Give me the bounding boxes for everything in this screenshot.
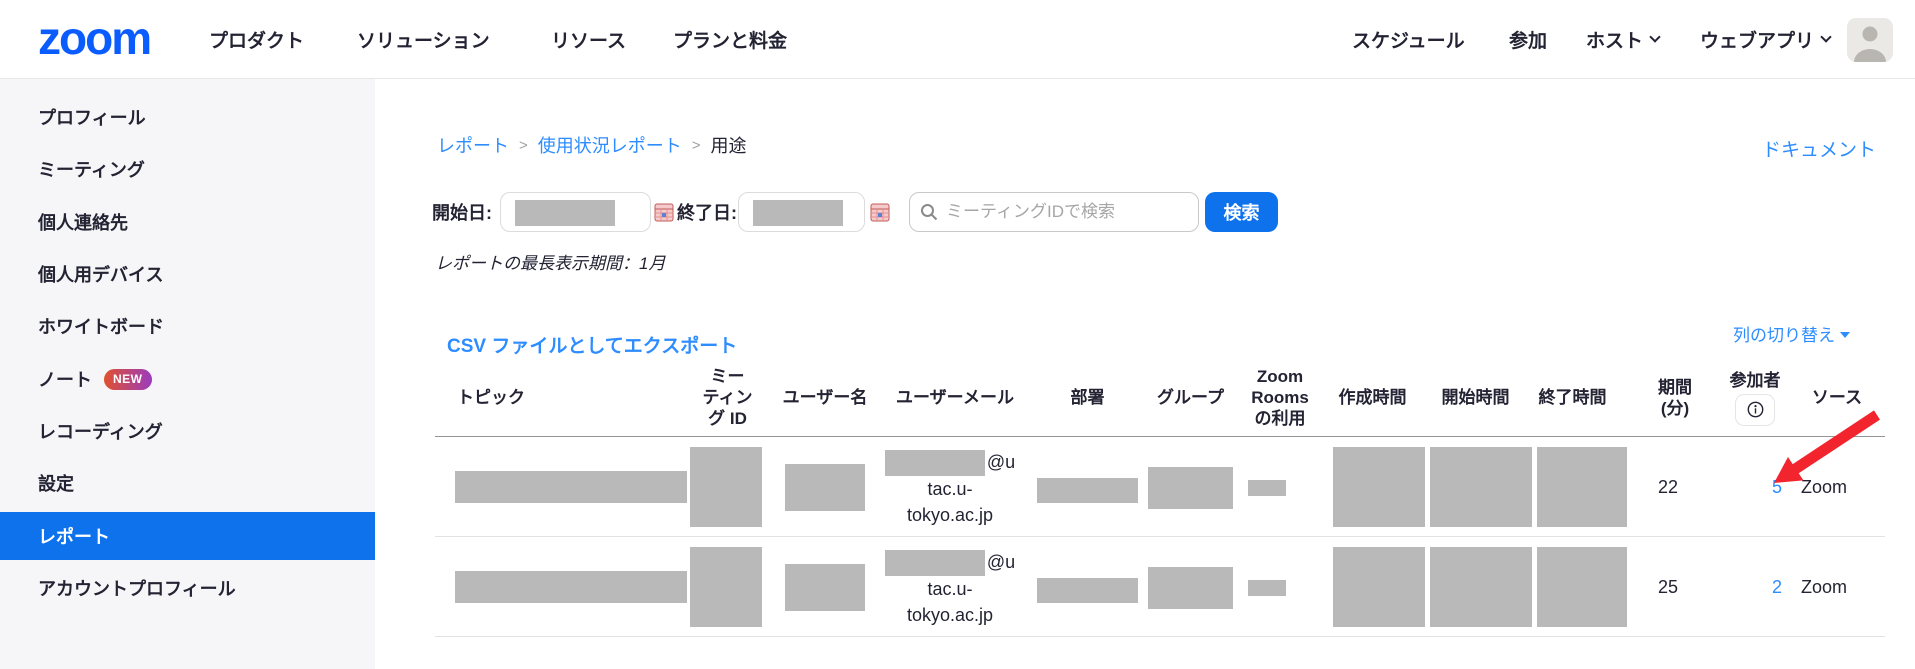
col-header-topic: トピック: [457, 358, 577, 437]
redacted-zoom-rooms: [1248, 580, 1286, 596]
redacted-department: [1037, 478, 1138, 503]
duration-value: 22: [1646, 437, 1690, 537]
sidebar-item-account-profile[interactable]: アカウントプロフィール: [0, 564, 375, 612]
col-header-end-time: 終了時間: [1530, 358, 1615, 437]
sidebar-item-notes[interactable]: ノート NEW: [0, 355, 375, 403]
calendar-icon[interactable]: [870, 202, 890, 222]
source-value: Zoom: [1802, 537, 1846, 637]
col-header-participants: 参加者: [1705, 358, 1805, 437]
nav-join[interactable]: 参加: [1509, 0, 1547, 79]
sidebar-item-whiteboard[interactable]: ホワイトボード: [0, 302, 375, 350]
sidebar-item-reports[interactable]: レポート: [0, 512, 375, 560]
end-date-label: 終了日:: [677, 192, 737, 232]
sidebar-item-recordings[interactable]: レコーディング: [0, 407, 375, 455]
redacted-zoom-rooms: [1248, 480, 1286, 496]
nav-plans-pricing[interactable]: プランと料金: [673, 0, 787, 79]
user-email-cell: @utac.u-tokyo.ac.jp: [880, 449, 1020, 528]
chevron-down-icon: [1820, 31, 1831, 42]
columns-toggle[interactable]: 列の切り替え: [1733, 321, 1850, 346]
col-header-created-time: 作成時間: [1330, 358, 1415, 437]
avatar[interactable]: [1847, 18, 1893, 62]
sidebar-item-meetings[interactable]: ミーティング: [0, 145, 375, 193]
redacted-end-date: [753, 200, 843, 226]
redacted-department: [1037, 578, 1138, 603]
redacted-created-time: [1333, 447, 1425, 527]
calendar-icon[interactable]: [654, 202, 674, 222]
col-header-start-time: 開始時間: [1433, 358, 1518, 437]
start-date-label: 開始日:: [432, 192, 492, 232]
nav-host-menu[interactable]: ホスト: [1586, 0, 1659, 79]
nav-products[interactable]: プロダクト: [209, 0, 304, 79]
redacted-start-date: [515, 200, 615, 226]
sidebar-item-profile[interactable]: プロフィール: [0, 93, 375, 141]
redacted-start-time: [1430, 547, 1532, 627]
main-content: レポート > 使用状況レポート > 用途 ドキュメント 開始日: 終了日:: [375, 79, 1915, 669]
participants-count-link[interactable]: 2: [1755, 537, 1799, 637]
breadcrumb-current-page: 用途: [711, 132, 747, 158]
breadcrumb-usage-reports-link[interactable]: 使用状況レポート: [538, 132, 682, 158]
redacted-meeting-id: [690, 547, 762, 627]
new-badge: NEW: [104, 369, 152, 390]
nav-schedule[interactable]: スケジュール: [1352, 0, 1465, 79]
table-header-row: トピック ミー ティン グ ID ユーザー名 ユーザーメール 部署 グループ Z…: [435, 358, 1885, 437]
participants-info-button[interactable]: [1735, 394, 1775, 426]
search-icon: [920, 203, 938, 221]
breadcrumb-separator: >: [692, 137, 701, 154]
col-header-source: ソース: [1802, 358, 1872, 437]
start-date-input[interactable]: [500, 192, 651, 232]
search-input[interactable]: [946, 202, 1188, 222]
redacted-end-time: [1537, 547, 1627, 627]
redacted-end-time: [1537, 447, 1627, 527]
search-button[interactable]: 検索: [1205, 192, 1278, 232]
info-icon: [1747, 401, 1764, 418]
col-header-user-email: ユーザーメール: [895, 358, 1015, 437]
triangle-down-icon: [1840, 332, 1850, 338]
nav-resources[interactable]: リソース: [551, 0, 626, 79]
breadcrumb: レポート > 使用状況レポート > 用途: [437, 133, 747, 157]
zoom-web-portal: zoom プロダクト ソリューション リソース プランと料金 スケジュール 参加…: [0, 0, 1915, 669]
col-header-group: グループ: [1148, 358, 1233, 437]
person-icon: [1847, 18, 1893, 62]
sidebar-item-personal-contacts[interactable]: 個人連絡先: [0, 198, 375, 246]
documentation-link[interactable]: ドキュメント: [1762, 135, 1876, 162]
col-header-department: 部署: [1035, 358, 1140, 437]
zoom-logo[interactable]: zoom: [38, 12, 150, 64]
redacted-user-name: [785, 564, 865, 611]
top-nav: zoom プロダクト ソリューション リソース プランと料金 スケジュール 参加…: [0, 0, 1915, 79]
redacted-group: [1148, 567, 1233, 609]
redacted-email-local: [885, 450, 985, 476]
col-header-user-name: ユーザー名: [780, 358, 870, 437]
redacted-created-time: [1333, 547, 1425, 627]
redacted-meeting-id: [690, 447, 762, 527]
redacted-topic: [455, 571, 687, 603]
redacted-start-time: [1430, 447, 1532, 527]
redacted-user-name: [785, 464, 865, 511]
export-csv-link[interactable]: CSV ファイルとしてエクスポート: [447, 331, 737, 358]
sidebar: プロフィール ミーティング 個人連絡先 個人用デバイス ホワイトボード ノート …: [0, 79, 375, 669]
report-period-note: レポートの最長表示期間：1月: [435, 249, 665, 274]
end-date-input[interactable]: [738, 192, 865, 232]
sidebar-item-personal-devices[interactable]: 個人用デバイス: [0, 250, 375, 298]
table-row: @utac.u-tokyo.ac.jp 22 5 Zoom: [435, 437, 1885, 537]
source-value: Zoom: [1802, 437, 1846, 537]
breadcrumb-separator: >: [519, 137, 528, 154]
nav-webapp-menu[interactable]: ウェブアプリ: [1700, 0, 1830, 79]
col-header-zoom-rooms: Zoom Rooms の利用: [1245, 358, 1315, 437]
breadcrumb-reports-link[interactable]: レポート: [437, 132, 509, 158]
nav-solutions[interactable]: ソリューション: [357, 0, 490, 79]
table-row: @utac.u-tokyo.ac.jp 25 2 Zoom: [435, 537, 1885, 637]
duration-value: 25: [1646, 537, 1690, 637]
col-header-duration: 期間 (分): [1640, 358, 1710, 437]
user-email-cell: @utac.u-tokyo.ac.jp: [880, 549, 1020, 628]
participants-count-link[interactable]: 5: [1755, 437, 1799, 537]
sidebar-item-settings[interactable]: 設定: [0, 459, 375, 507]
usage-report-table: トピック ミー ティン グ ID ユーザー名 ユーザーメール 部署 グループ Z…: [435, 358, 1885, 637]
redacted-topic: [455, 471, 687, 503]
redacted-email-local: [885, 550, 985, 576]
meeting-id-search: [909, 192, 1199, 232]
chevron-down-icon: [1649, 31, 1660, 42]
redacted-group: [1148, 467, 1233, 509]
col-header-meeting-id: ミー ティン グ ID: [690, 358, 765, 437]
